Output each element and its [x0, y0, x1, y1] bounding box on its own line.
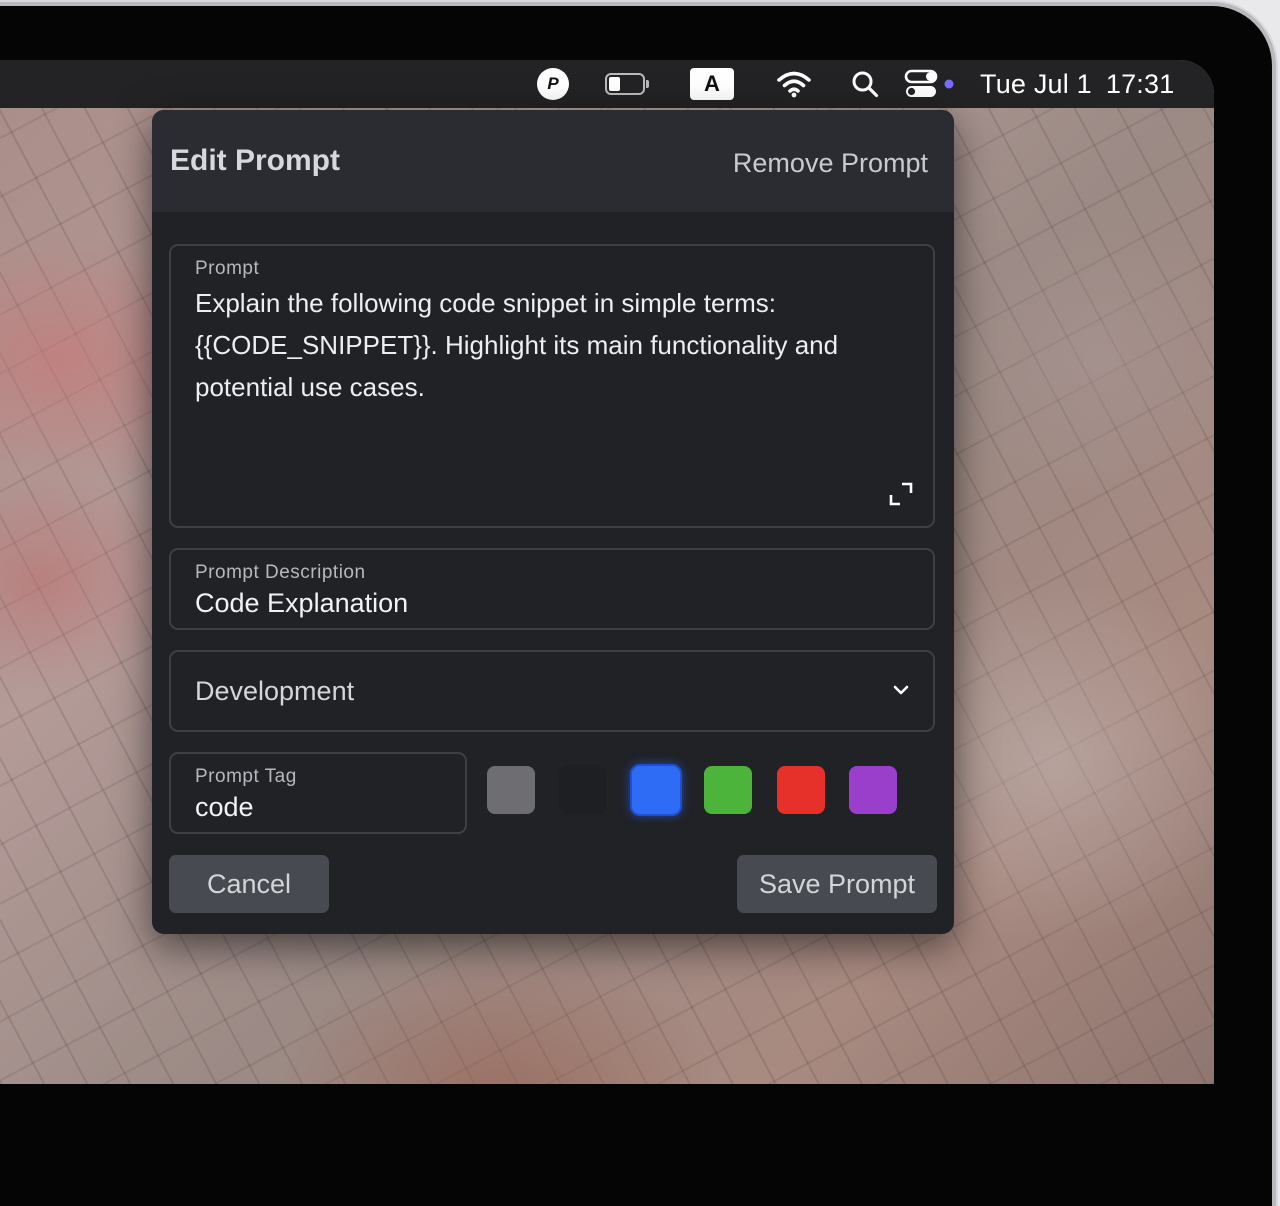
prompt-description-field[interactable]: Prompt Description Code Explanation — [169, 548, 935, 630]
category-select[interactable]: Development — [169, 650, 935, 732]
menu-bar: P A Tue Jul 1 17:31 — [0, 60, 1214, 108]
color-swatch-green[interactable] — [704, 766, 752, 814]
dialog-header: Edit Prompt Remove Prompt — [152, 110, 954, 212]
edit-prompt-dialog: Edit Prompt Remove Prompt Prompt Explain… — [152, 110, 954, 934]
prompt-description-value: Code Explanation — [195, 588, 409, 618]
remove-prompt-button[interactable]: Remove Prompt — [733, 148, 928, 179]
prompt-label: Prompt — [195, 258, 260, 279]
color-swatch-blue[interactable] — [632, 766, 680, 814]
menu-clock[interactable]: Tue Jul 1 17:31 — [980, 60, 1180, 108]
dialog-title: Edit Prompt — [170, 144, 340, 177]
expand-icon[interactable] — [889, 482, 913, 506]
category-selected: Development — [195, 676, 355, 706]
control-center-icon[interactable] — [904, 60, 956, 108]
prompt-text[interactable]: Explain the following code snippet in si… — [195, 282, 905, 408]
clock-time: 17:31 — [1105, 68, 1175, 99]
prompt-textarea[interactable]: Prompt Explain the following code snippe… — [169, 244, 935, 528]
color-swatch-gray[interactable] — [487, 766, 535, 814]
search-icon[interactable] — [850, 60, 880, 108]
battery-icon[interactable] — [601, 60, 653, 108]
color-swatch-black[interactable] — [559, 766, 607, 814]
battery-level — [609, 77, 620, 91]
chevron-down-icon — [893, 685, 909, 695]
color-swatch-red[interactable] — [777, 766, 825, 814]
prompt-tag-label: Prompt Tag — [195, 766, 297, 787]
wifi-icon[interactable] — [776, 60, 812, 108]
prompt-tag-value: code — [195, 792, 254, 822]
p-app-icon-letter: P — [537, 68, 569, 100]
prompt-description-label: Prompt Description — [195, 562, 366, 583]
p-app-icon[interactable]: P — [537, 60, 569, 108]
input-source-icon[interactable]: A — [690, 60, 734, 108]
input-source-letter: A — [690, 68, 734, 100]
desktop-screen: P A Tue Jul 1 17:31 Edit Prompt Remove P… — [0, 60, 1214, 1084]
clock-date: Tue Jul 1 — [980, 68, 1092, 99]
cancel-button[interactable]: Cancel — [169, 855, 329, 913]
save-prompt-button[interactable]: Save Prompt — [737, 855, 937, 913]
prompt-tag-field[interactable]: Prompt Tag code — [169, 752, 467, 834]
color-swatch-purple[interactable] — [849, 766, 897, 814]
